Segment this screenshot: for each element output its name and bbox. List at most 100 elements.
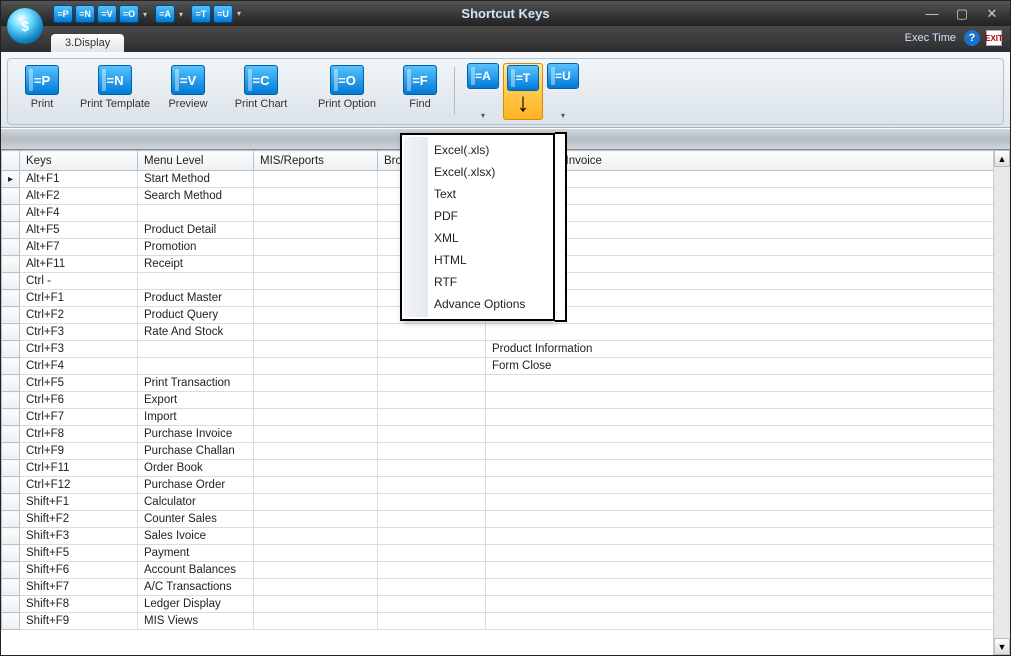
- cell-browse: [378, 409, 486, 426]
- cell-menu: [138, 205, 254, 222]
- quick-access-a-icon[interactable]: =A: [155, 5, 175, 23]
- dropdown-item-html[interactable]: HTML: [402, 249, 553, 271]
- cell-pi: [486, 545, 1010, 562]
- cell-menu: Purchase Challan: [138, 443, 254, 460]
- row-header: [2, 188, 20, 205]
- col-mis-reports[interactable]: MIS/Reports: [254, 151, 378, 171]
- chevron-down-icon[interactable]: ▾: [481, 111, 485, 120]
- col-menu-level[interactable]: Menu Level: [138, 151, 254, 171]
- ribbon-u-icon: =U: [547, 63, 579, 89]
- ribbon-print-option-button[interactable]: =O Print Option: [304, 63, 390, 112]
- cell-menu: Product Master: [138, 290, 254, 307]
- table-row[interactable]: Shift+F6Account Balances: [2, 562, 1010, 579]
- cell-menu: [138, 341, 254, 358]
- ribbon-label: Find: [409, 98, 430, 110]
- vertical-scrollbar[interactable]: ▲ ▼: [993, 150, 1010, 655]
- exit-button[interactable]: EXIT: [986, 30, 1002, 46]
- ribbon-label: Print Option: [318, 98, 376, 110]
- table-row[interactable]: Shift+F5Payment: [2, 545, 1010, 562]
- table-row[interactable]: Shift+F3Sales Ivoice: [2, 528, 1010, 545]
- ribbon-find-button[interactable]: =FFind: [390, 63, 450, 112]
- quick-access-u-icon[interactable]: =U: [213, 5, 233, 23]
- cell-mis: [254, 307, 378, 324]
- ribbon-small-t-button[interactable]: =T↓: [503, 63, 543, 120]
- table-row[interactable]: Ctrl+F8Purchase Invoice: [2, 426, 1010, 443]
- ribbon-print-button[interactable]: =PPrint: [12, 63, 72, 112]
- help-icon[interactable]: ?: [964, 30, 980, 46]
- row-header: [2, 409, 20, 426]
- tab-display[interactable]: 3.Display: [51, 34, 124, 52]
- quick-access-p-icon[interactable]: =P: [53, 5, 73, 23]
- table-row[interactable]: Shift+F2Counter Sales: [2, 511, 1010, 528]
- dropdown-item-advance-options[interactable]: Advance Options: [402, 293, 553, 315]
- cell-menu: Promotion: [138, 239, 254, 256]
- cell-menu: Purchase Invoice: [138, 426, 254, 443]
- row-header: [2, 579, 20, 596]
- ribbon-print-chart-button[interactable]: =CPrint Chart: [218, 63, 304, 112]
- cell-mis: [254, 273, 378, 290]
- table-row[interactable]: Ctrl+F3Product Information: [2, 341, 1010, 358]
- cell-browse: [378, 443, 486, 460]
- dropdown-item-pdf[interactable]: PDF: [402, 205, 553, 227]
- ribbon-preview-button[interactable]: =VPreview: [158, 63, 218, 112]
- table-row[interactable]: Ctrl+F5Print Transaction: [2, 375, 1010, 392]
- maximize-button[interactable]: ▢: [950, 5, 974, 23]
- table-row[interactable]: Ctrl+F9Purchase Challan: [2, 443, 1010, 460]
- ribbon-o-icon: =O: [330, 65, 364, 95]
- table-row[interactable]: Shift+F9MIS Views: [2, 613, 1010, 630]
- cell-mis: [254, 375, 378, 392]
- minimize-button[interactable]: —: [920, 5, 944, 23]
- table-row[interactable]: Ctrl+F7Import: [2, 409, 1010, 426]
- cell-menu: [138, 358, 254, 375]
- cell-mis: [254, 222, 378, 239]
- dropdown-item-xml[interactable]: XML: [402, 227, 553, 249]
- dropdown-item-excel-xlsx-[interactable]: Excel(.xlsx): [402, 161, 553, 183]
- quick-access-o-icon[interactable]: =O: [119, 5, 139, 23]
- ribbon-small-a-button[interactable]: =A ▾: [463, 63, 503, 120]
- cell-keys: Alt+F1: [20, 171, 138, 188]
- cell-menu: [138, 273, 254, 290]
- quick-access-n-icon[interactable]: =N: [75, 5, 95, 23]
- cell-pi: [486, 392, 1010, 409]
- ribbon-container: =PPrint=NPrint Template=VPreview=CPrint …: [1, 52, 1010, 128]
- scroll-up-icon[interactable]: ▲: [994, 150, 1010, 167]
- cell-pi: Form Close: [486, 358, 1010, 375]
- title-bar: $ =P=N=V=O▾=A▾=T=U ▾ Shortcut Keys — ▢ ✕: [1, 1, 1010, 26]
- row-header: [2, 256, 20, 273]
- app-logo-icon[interactable]: $: [7, 8, 43, 44]
- row-header: [2, 562, 20, 579]
- qa-drop-icon[interactable]: ▾: [141, 5, 149, 23]
- table-row[interactable]: Ctrl+F3Rate And Stock: [2, 324, 1010, 341]
- table-row[interactable]: Ctrl+F11Order Book: [2, 460, 1010, 477]
- table-row[interactable]: Ctrl+F6Export: [2, 392, 1010, 409]
- cell-mis: [254, 171, 378, 188]
- cell-mis: [254, 358, 378, 375]
- qa-drop-icon[interactable]: ▾: [177, 5, 185, 23]
- row-header: [2, 341, 20, 358]
- table-row[interactable]: Ctrl+F4Form Close: [2, 358, 1010, 375]
- quick-access-v-icon[interactable]: =V: [97, 5, 117, 23]
- dropdown-item-rtf[interactable]: RTF: [402, 271, 553, 293]
- row-header: [2, 460, 20, 477]
- close-button[interactable]: ✕: [980, 5, 1004, 23]
- ribbon-print-template-button[interactable]: =NPrint Template: [72, 63, 158, 112]
- dropdown-item-excel-xls-[interactable]: Excel(.xls): [402, 139, 553, 161]
- ribbon-a-icon: =A: [467, 63, 499, 89]
- scroll-down-icon[interactable]: ▼: [994, 638, 1010, 655]
- dropdown-item-text[interactable]: Text: [402, 183, 553, 205]
- quick-access-dropdown-icon[interactable]: ▾: [235, 5, 243, 23]
- cell-keys: Shift+F3: [20, 528, 138, 545]
- table-row[interactable]: Ctrl+F12Purchase Order: [2, 477, 1010, 494]
- ribbon-small-u-button[interactable]: =U ▾: [543, 63, 583, 120]
- chevron-down-icon[interactable]: ▾: [561, 111, 565, 120]
- table-row[interactable]: Shift+F8Ledger Display: [2, 596, 1010, 613]
- ribbon-label: Preview: [168, 98, 207, 110]
- quick-access-t-icon[interactable]: =T: [191, 5, 211, 23]
- cell-mis: [254, 341, 378, 358]
- table-row[interactable]: Shift+F7A/C Transactions: [2, 579, 1010, 596]
- col-keys[interactable]: Keys: [20, 151, 138, 171]
- table-row[interactable]: Shift+F1Calculator: [2, 494, 1010, 511]
- cell-menu: Import: [138, 409, 254, 426]
- cell-menu: Product Query: [138, 307, 254, 324]
- row-header: [2, 222, 20, 239]
